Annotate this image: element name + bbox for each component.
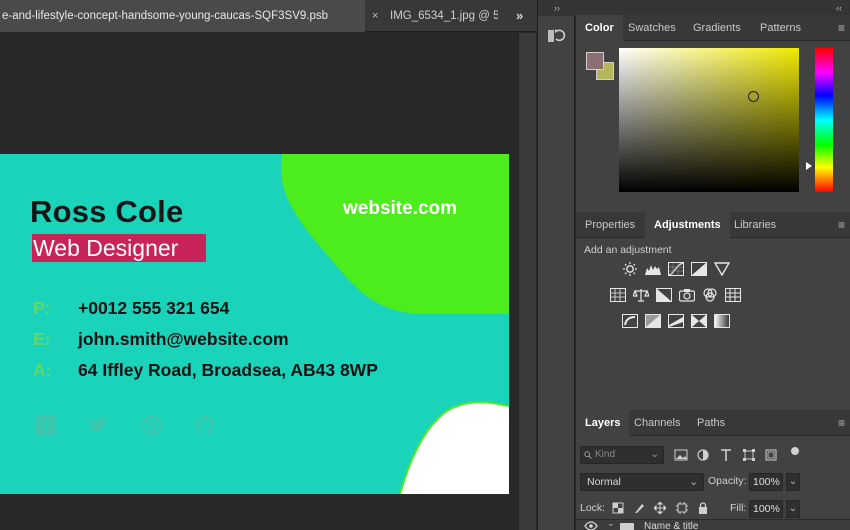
black-white-icon[interactable] <box>656 288 672 302</box>
lock-artboard-icon[interactable] <box>676 502 688 514</box>
adjustments-panel-menu-icon[interactable]: ≡ <box>838 212 845 238</box>
contact-key: P: <box>33 298 51 318</box>
fill-dropdown-icon[interactable]: ⌄ <box>786 500 800 518</box>
search-icon <box>584 451 592 459</box>
chevron-down-icon: ⌄ <box>689 476 698 488</box>
opacity-dropdown-icon[interactable]: ⌄ <box>786 473 800 491</box>
panels-header: ‹‹ <box>576 0 850 16</box>
threshold-icon[interactable] <box>668 314 684 328</box>
saturation-value-field[interactable] <box>619 48 799 192</box>
lock-position-icon[interactable] <box>654 502 666 514</box>
chevron-down-icon[interactable]: ⌄ <box>607 518 615 529</box>
dribbble-icon <box>142 415 162 435</box>
tab-patterns[interactable]: Patterns <box>751 15 810 41</box>
photoshop-window: e-and-lifestyle-concept-handsome-young-c… <box>0 0 850 530</box>
add-adjustment-label: Add an adjustment <box>584 244 672 256</box>
fill-input[interactable]: 100% <box>749 500 783 518</box>
color-balance-icon[interactable] <box>633 288 649 302</box>
vertical-scrollbar[interactable] <box>518 33 536 530</box>
green-blob <box>280 154 509 314</box>
contact-value: +0012 555 321 654 <box>78 298 230 318</box>
contact-key: E: <box>33 329 51 349</box>
exposure-icon[interactable] <box>691 262 707 276</box>
opacity-input[interactable]: 100% <box>749 473 783 491</box>
layer-row[interactable]: ⌄ Name & title <box>576 518 850 530</box>
layer-kind-filter[interactable]: Kind ⌄ <box>580 446 664 464</box>
tab-gradients[interactable]: Gradients <box>684 15 750 41</box>
tab-paths[interactable]: Paths <box>688 410 734 436</box>
lock-label: Lock: <box>580 502 606 514</box>
type-layer-filter-icon[interactable] <box>719 448 733 462</box>
facebook-icon <box>36 415 56 435</box>
gradient-map-icon[interactable] <box>714 314 730 328</box>
tab-swatches[interactable]: Swatches <box>619 15 685 41</box>
eye-icon[interactable] <box>584 521 598 530</box>
lock-image-pixels-icon[interactable] <box>633 502 645 514</box>
blend-mode-select[interactable]: Normal ⌄ <box>580 473 704 491</box>
lock-transparent-pixels-icon[interactable] <box>612 502 624 514</box>
brightness-icon[interactable] <box>622 262 638 276</box>
adjustments-panel-tabs: Properties Adjustments Libraries ≡ <box>576 212 850 238</box>
document-tab-bar: e-and-lifestyle-concept-handsome-young-c… <box>0 0 538 32</box>
pixel-layer-filter-icon[interactable] <box>674 448 688 462</box>
layers-panel-tabs: Layers Channels Paths ≡ <box>576 410 850 436</box>
tab-layers[interactable]: Layers <box>576 410 630 436</box>
github-icon <box>196 415 215 434</box>
hue-saturation-icon[interactable] <box>610 288 626 302</box>
posterize-icon[interactable] <box>645 314 661 328</box>
history-brush-icon[interactable] <box>542 22 570 50</box>
shape-layer-filter-icon[interactable] <box>742 448 756 462</box>
close-tab-icon[interactable]: × <box>372 0 378 32</box>
card-role-highlight: Web Designer <box>32 234 206 262</box>
dock-expand-icon[interactable]: ›› <box>538 0 576 16</box>
card-website: website.com <box>343 198 458 219</box>
curves-icon[interactable] <box>668 262 684 276</box>
foreground-color-swatch[interactable] <box>586 52 604 70</box>
channel-mixer-icon[interactable] <box>702 288 718 302</box>
business-card[interactable]: Ross Cole Web Designer website.com P: +0… <box>0 154 509 494</box>
adjustment-layer-filter-icon[interactable] <box>696 448 710 462</box>
contact-key: A: <box>33 360 52 380</box>
chevron-down-icon: ⌄ <box>650 449 659 460</box>
lock-all-icon[interactable] <box>697 502 709 514</box>
color-panel-tabs: Color Swatches Gradients Patterns ≡ <box>576 15 850 41</box>
tab-properties[interactable]: Properties <box>576 212 644 238</box>
tab-channels[interactable]: Channels <box>625 410 689 436</box>
filter-toggle-icon[interactable] <box>788 444 802 458</box>
layer-name[interactable]: Name & title <box>644 521 698 530</box>
tab-color[interactable]: Color <box>576 15 623 41</box>
collapse-panels-icon[interactable]: ‹‹ <box>836 0 842 16</box>
color-picker-cursor[interactable] <box>748 91 759 102</box>
more-tabs-icon[interactable]: » <box>516 0 523 32</box>
card-name: Ross Cole <box>30 194 184 229</box>
color-lookup-icon[interactable] <box>725 288 741 302</box>
opacity-label: Opacity: <box>708 475 747 487</box>
folder-icon <box>620 523 634 530</box>
document-tab-second[interactable]: IMG_6534_1.jpg @ 5 <box>390 0 498 32</box>
levels-icon[interactable] <box>645 262 661 276</box>
collapsed-panel-dock: ›› <box>537 0 576 530</box>
fill-label: Fill: <box>730 502 747 514</box>
selective-color-icon[interactable] <box>691 314 707 328</box>
tab-adjustments[interactable]: Adjustments <box>645 212 730 238</box>
contact-value: john.smith@website.com <box>78 329 289 349</box>
hue-slider-marker[interactable] <box>806 162 812 170</box>
color-panel-menu-icon[interactable]: ≡ <box>838 15 845 41</box>
photo-filter-icon[interactable] <box>679 288 695 302</box>
tab-libraries[interactable]: Libraries <box>725 212 785 238</box>
blend-mode-value: Normal <box>587 476 621 488</box>
contact-value: 64 Iffley Road, Broadsea, AB43 8WP <box>78 360 378 380</box>
document-tab-active[interactable]: e-and-lifestyle-concept-handsome-young-c… <box>0 0 365 32</box>
twitter-icon <box>89 417 107 432</box>
kind-filter-label: Kind <box>595 449 616 460</box>
vibrance-icon[interactable] <box>714 262 730 276</box>
hue-slider[interactable] <box>815 48 833 192</box>
right-panels: ‹‹ Color Swatches Gradients Patterns ≡ P… <box>576 0 850 530</box>
layers-panel-menu-icon[interactable]: ≡ <box>838 410 845 436</box>
invert-icon[interactable] <box>622 314 638 328</box>
smart-object-filter-icon[interactable] <box>764 448 778 462</box>
